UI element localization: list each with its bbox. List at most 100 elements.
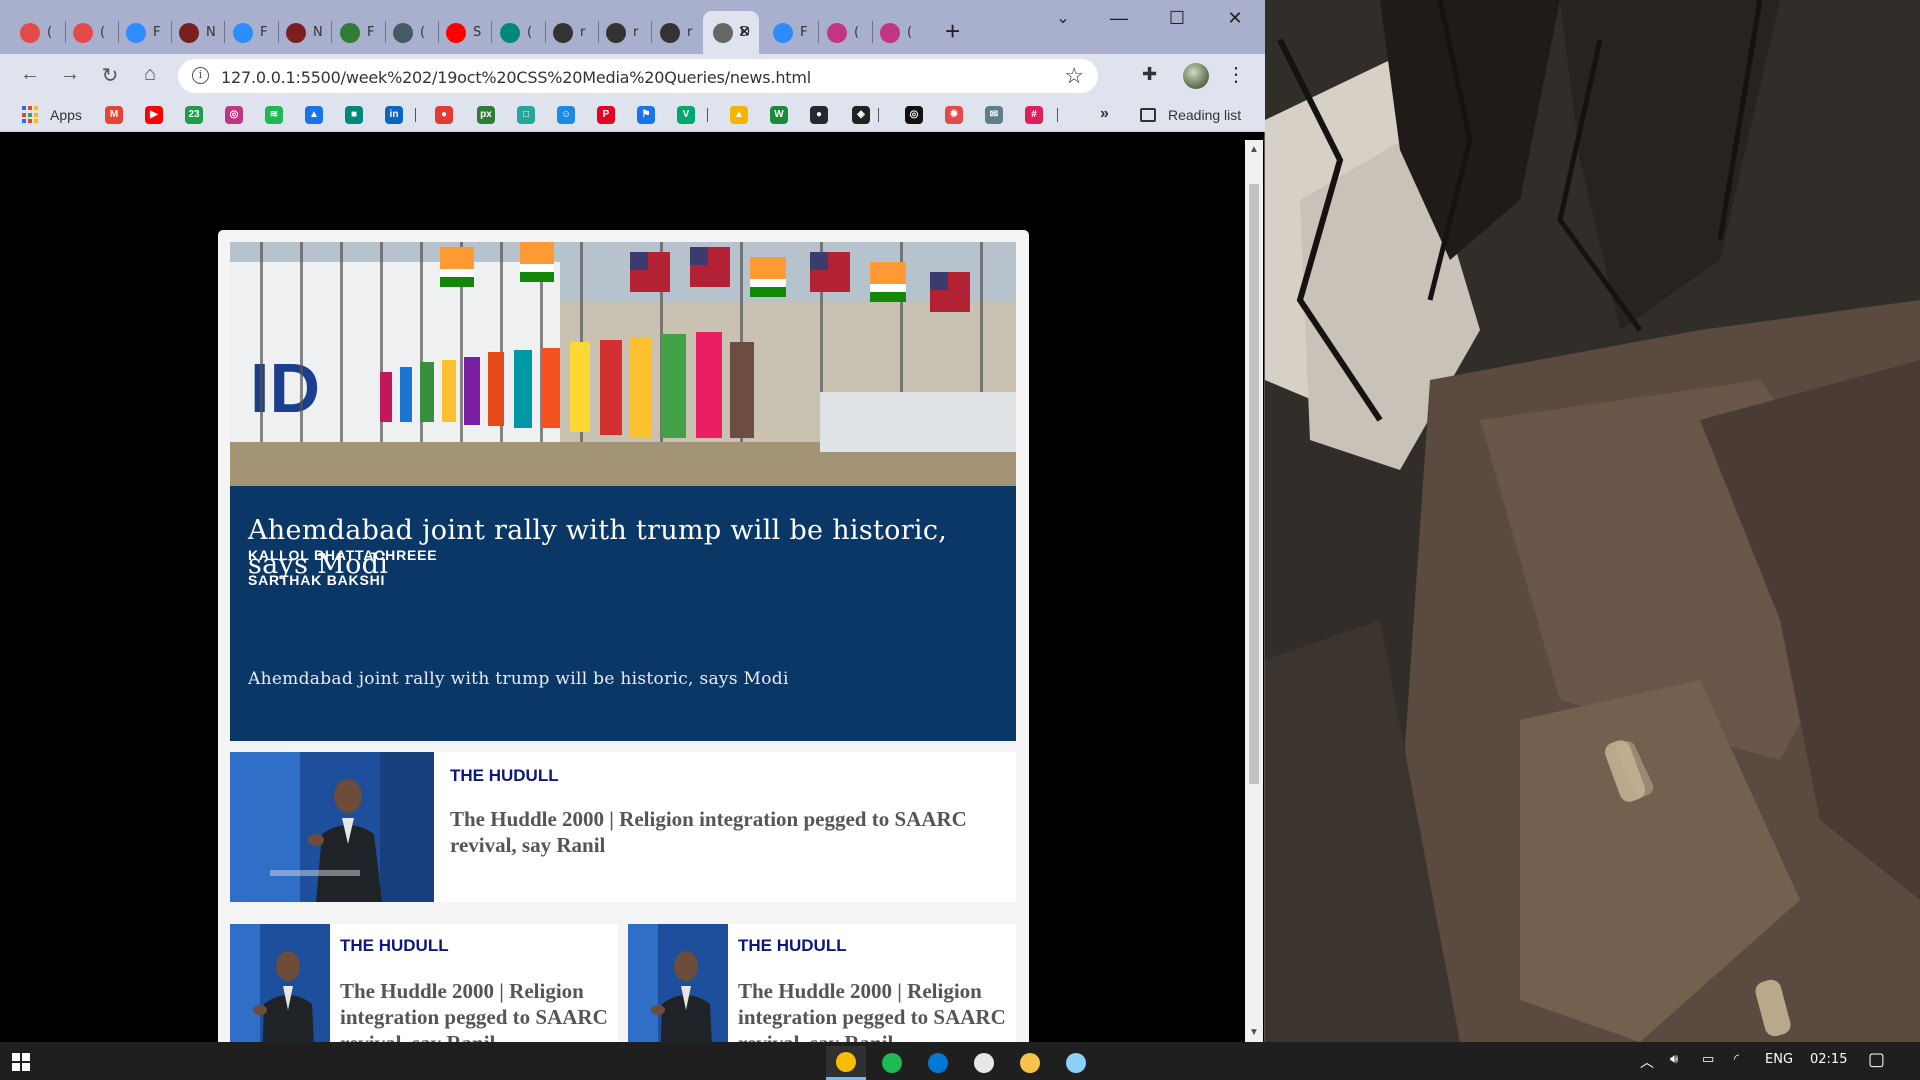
reload-button[interactable]: ↻ — [96, 63, 124, 88]
scroll-down-arrow-icon[interactable]: ▼ — [1249, 1027, 1259, 1038]
slack-icon[interactable] — [964, 1046, 1004, 1080]
story-headline[interactable]: The Huddle 2000 | Religion integration p… — [738, 978, 1008, 1042]
record-icon[interactable]: ● — [435, 106, 453, 124]
scroll-up-arrow-icon[interactable]: ▲ — [1249, 144, 1259, 155]
browser-tab[interactable]: F — [330, 11, 374, 54]
wifi-icon[interactable]: ◜ — [1734, 1052, 1739, 1067]
address-url[interactable]: 127.0.0.1:5500/week%202/19oct%20CSS%20Me… — [221, 68, 811, 87]
tab-title: r — [687, 25, 693, 40]
story-card[interactable]: THE HUDULL The Huddle 2000 | Religion in… — [230, 924, 618, 1042]
scrollbar-thumb[interactable] — [1249, 184, 1259, 784]
back-button[interactable]: ← — [16, 63, 44, 86]
inbox-icon[interactable]: ✉ — [985, 106, 1003, 124]
maps-pin-icon — [286, 22, 306, 43]
story-headline[interactable]: The Huddle 2000 | Religion integration p… — [450, 806, 990, 858]
github-icon[interactable]: ● — [810, 106, 828, 124]
apps-grid-icon[interactable] — [22, 106, 40, 124]
story-card[interactable]: THE HUDULL The Huddle 2000 | Religion in… — [628, 924, 1016, 1042]
apps-shortcut[interactable]: Apps — [50, 107, 82, 123]
story-publisher: THE HUDULL — [738, 936, 847, 955]
badge-23-icon[interactable]: 23 — [185, 106, 203, 124]
browser-tab[interactable]: ( — [63, 11, 105, 54]
hero-author: KALLOL BHATTACHREEE — [248, 547, 438, 563]
bookmark-separator — [1057, 108, 1058, 122]
pinterest-icon[interactable]: P — [597, 106, 615, 124]
w-icon[interactable]: W — [770, 106, 788, 124]
close-tab-icon[interactable]: ✕ — [738, 22, 751, 42]
meet-icon[interactable]: ■ — [345, 106, 363, 124]
input-language[interactable]: ENG — [1765, 1052, 1793, 1067]
browser-tab[interactable]: ( — [490, 11, 532, 54]
tab-title: ( — [47, 25, 53, 40]
show-hidden-icons-chevron-icon[interactable]: ︿ — [1640, 1052, 1654, 1072]
vertical-scrollbar[interactable]: ▲ ▼ — [1245, 140, 1263, 1042]
browser-tab[interactable]: N — [276, 11, 323, 54]
browser-tab[interactable]: F — [763, 11, 807, 54]
maximize-button[interactable]: ☐ — [1154, 8, 1200, 34]
battery-icon[interactable]: ▭ — [1702, 1052, 1714, 1067]
drive-icon[interactable]: ▲ — [305, 106, 323, 124]
infinity-icon — [340, 22, 360, 43]
chrome-icon[interactable] — [826, 1046, 866, 1080]
bookmark-star-icon[interactable]: ☆ — [1064, 63, 1084, 89]
robot-icon[interactable]: ☺ — [557, 106, 575, 124]
box-icon[interactable]: □ — [517, 106, 535, 124]
tab-search-chevron-icon[interactable]: ⌄ — [1040, 8, 1086, 34]
reading-list-icon[interactable] — [1140, 108, 1156, 122]
windows-start-button[interactable] — [12, 1053, 30, 1071]
more-bookmarks-button[interactable]: » — [1100, 105, 1109, 123]
site-info-icon[interactable]: i — [192, 67, 209, 84]
file-explorer-icon[interactable] — [1010, 1046, 1050, 1080]
browser-tab[interactable]: ( — [870, 11, 912, 54]
browser-tab[interactable]: r — [650, 11, 692, 54]
system-clock[interactable]: 02:15 — [1810, 1052, 1847, 1067]
minimize-button[interactable]: — — [1096, 8, 1142, 34]
gmail-icon[interactable]: M — [105, 106, 123, 124]
youtube-icon — [446, 22, 466, 43]
home-button[interactable]: ⌂ — [136, 63, 164, 86]
vee-icon[interactable]: V — [677, 106, 695, 124]
browser-tab[interactable]: ( — [817, 11, 859, 54]
story-card[interactable]: THE HUDULL The Huddle 2000 | Religion in… — [230, 752, 1016, 902]
tab-title: ( — [907, 25, 913, 40]
vscode-icon[interactable] — [918, 1046, 958, 1080]
volume-icon[interactable]: 🔊︎ — [1670, 1052, 1678, 1067]
spotify-icon[interactable]: ≋ — [265, 106, 283, 124]
linkedin-icon[interactable]: in — [385, 106, 403, 124]
px-icon[interactable]: px — [477, 106, 495, 124]
notification-center-icon[interactable]: ▢ — [1868, 1049, 1885, 1070]
browser-tab[interactable]: F — [116, 11, 160, 54]
news-card: ID Ahemdabad joint rally with trump will… — [218, 230, 1029, 1042]
browser-tab[interactable]: r — [596, 11, 638, 54]
new-tab-button[interactable]: + — [945, 16, 960, 47]
address-bar[interactable]: i 127.0.0.1:5500/week%202/19oct%20CSS%20… — [178, 59, 1098, 93]
codepen-icon[interactable]: ◈ — [852, 106, 870, 124]
browser-tab[interactable]: ( — [383, 11, 425, 54]
flag-icon[interactable]: ⚑ — [637, 106, 655, 124]
close-window-button[interactable]: ✕ — [1212, 8, 1258, 34]
instagram-icon[interactable]: ◎ — [225, 106, 243, 124]
tab-title: F — [800, 25, 808, 40]
reading-list-button[interactable]: Reading list — [1168, 107, 1241, 123]
browser-tab[interactable]: r — [543, 11, 585, 54]
forward-button[interactable]: → — [56, 63, 84, 86]
extensions-puzzle-icon[interactable]: ✚ — [1142, 64, 1157, 85]
spotify-icon[interactable] — [872, 1046, 912, 1080]
profile-avatar[interactable] — [1183, 63, 1209, 89]
notepad-icon[interactable] — [1056, 1046, 1096, 1080]
browser-tab[interactable]: ( — [10, 11, 52, 54]
browser-menu-button[interactable]: ⋮ — [1226, 62, 1246, 87]
tab-title: ( — [100, 25, 106, 40]
target-icon[interactable]: ◎ — [905, 106, 923, 124]
browser-tab[interactable]: F — [223, 11, 267, 54]
pma-icon[interactable]: ▲ — [730, 106, 748, 124]
hero-article[interactable]: ID Ahemdabad joint rally with trump will… — [230, 242, 1016, 741]
youtube-icon[interactable]: ▶ — [145, 106, 163, 124]
browser-tab[interactable]: D ✕ — [703, 11, 759, 54]
browser-tab[interactable]: S — [436, 11, 481, 54]
story-headline[interactable]: The Huddle 2000 | Religion integration p… — [340, 978, 610, 1042]
red-gear-icon[interactable]: ✹ — [945, 106, 963, 124]
browser-tab[interactable]: N — [169, 11, 216, 54]
slack-icon[interactable]: # — [1025, 106, 1043, 124]
page-viewport[interactable]: ID Ahemdabad joint rally with trump will… — [3, 140, 1245, 1042]
